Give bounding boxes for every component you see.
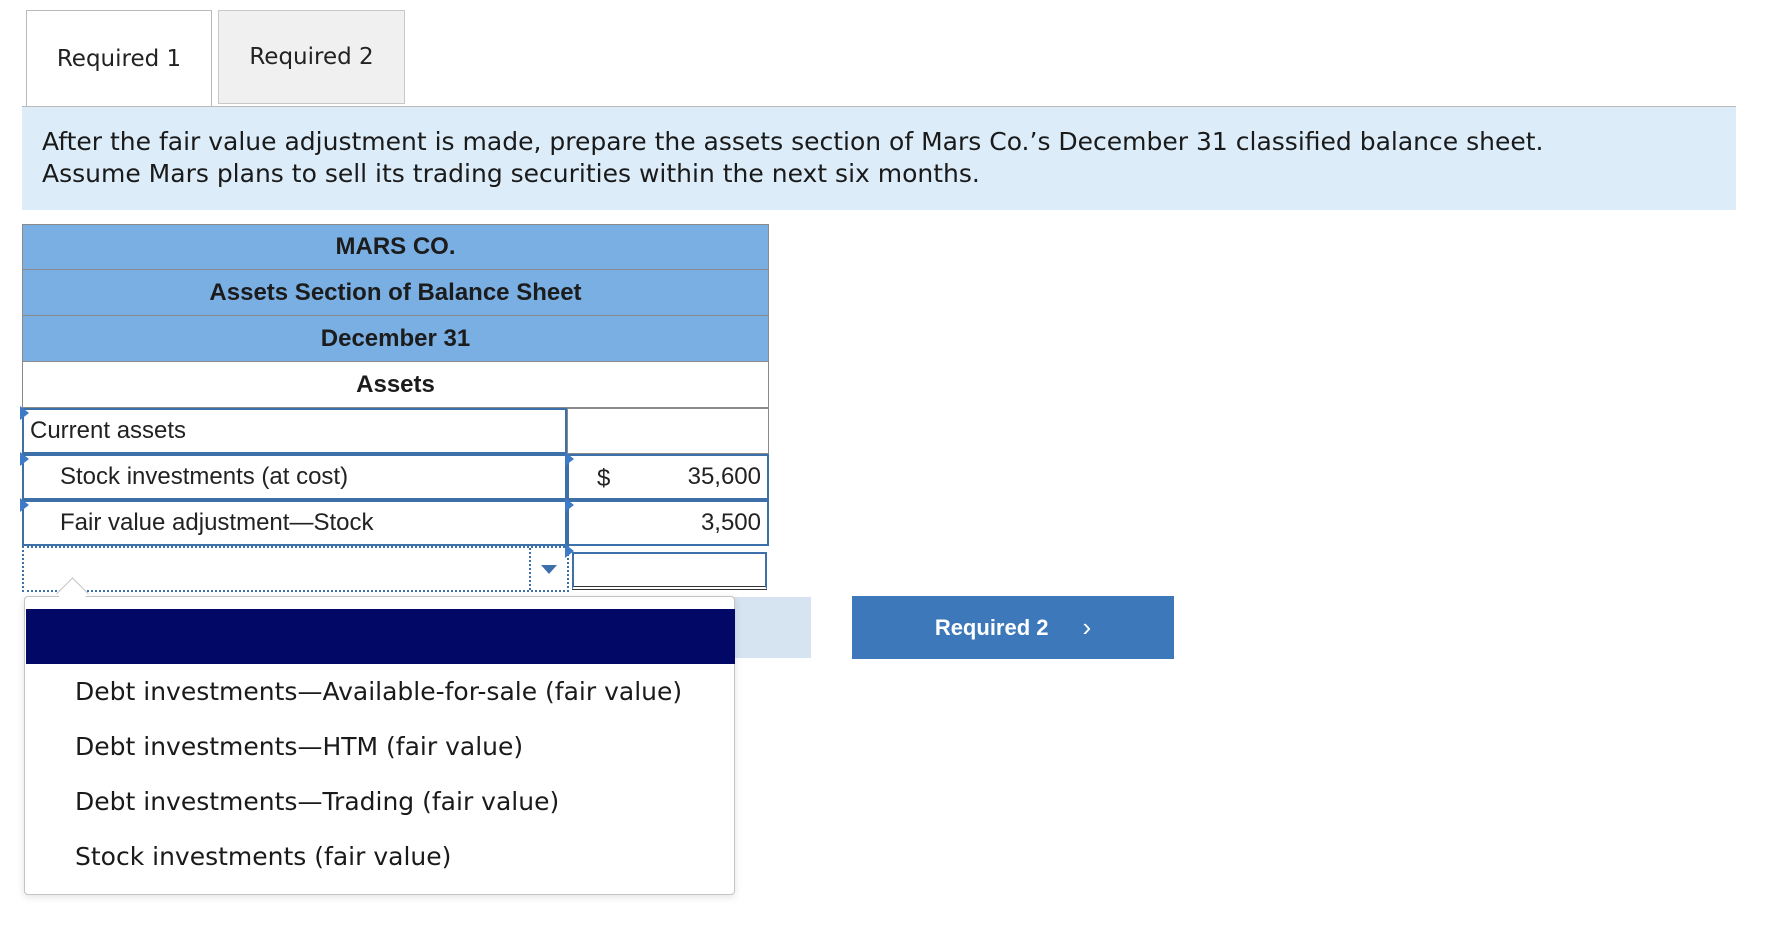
instructions-panel: After the fair value adjustment is made,… — [22, 106, 1736, 210]
tab-required-1[interactable]: Required 1 — [26, 10, 212, 106]
dropdown-menu: Debt investments—Available-for-sale (fai… — [24, 577, 735, 895]
row-label: Current assets — [30, 417, 187, 444]
account-select-dropdown[interactable] — [22, 546, 569, 592]
dropdown-option[interactable]: Debt investments—HTM (fair value) — [75, 724, 682, 779]
amount-cell-empty — [567, 408, 769, 454]
row-marker-icon — [20, 452, 29, 466]
account-select-current-assets[interactable]: Current assets — [22, 408, 567, 454]
table-row — [22, 544, 769, 592]
chevron-down-icon — [541, 564, 557, 574]
amount-value: 3,500 — [700, 509, 761, 536]
next-button-label: Required 2 — [934, 614, 1049, 640]
account-select-stock-cost[interactable]: Stock investments (at cost) — [22, 454, 567, 500]
total-amount-input[interactable] — [572, 552, 767, 590]
dropdown-option[interactable]: Stock investments (fair value) — [75, 834, 682, 889]
amount-marker-icon — [565, 452, 574, 466]
amount-input-fair-value-adjustment[interactable]: 3,500 — [567, 500, 769, 546]
dropdown-option[interactable]: Debt investments—Trading (fair value) — [75, 779, 682, 834]
dropdown-option-blank-highlighted[interactable] — [26, 609, 735, 664]
row-marker-icon — [20, 498, 29, 512]
chevron-right-icon: › — [1082, 612, 1092, 642]
balance-sheet-table: MARS CO. Assets Section of Balance Sheet… — [20, 224, 769, 592]
sheet-title: Assets Section of Balance Sheet — [22, 270, 769, 316]
row-marker-icon — [20, 406, 29, 420]
table-row: Current assets — [20, 406, 769, 454]
amount-value: 35,600 — [687, 463, 761, 490]
dropdown-option[interactable]: Debt investments—Available-for-sale (fai… — [75, 669, 682, 724]
amount-marker-icon — [565, 498, 574, 512]
next-required-2-button[interactable]: Required 2 › — [852, 596, 1174, 659]
amount-marker-icon — [565, 544, 574, 558]
instructions-line-1: After the fair value adjustment is made,… — [42, 127, 1544, 156]
instructions-line-2: Assume Mars plans to sell its trading se… — [42, 159, 980, 188]
dropdown-toggle[interactable] — [529, 548, 567, 590]
row-label: Fair value adjustment—Stock — [60, 509, 374, 536]
table-row: Stock investments (at cost) $ 35,600 — [20, 452, 769, 500]
account-select-fair-value-adjustment[interactable]: Fair value adjustment—Stock — [22, 500, 567, 546]
section-heading: Assets — [22, 362, 769, 408]
tab-required-2[interactable]: Required 2 — [218, 10, 405, 104]
row-label: Stock investments (at cost) — [60, 463, 349, 490]
sheet-date: December 31 — [22, 316, 769, 362]
currency-symbol: $ — [597, 465, 611, 492]
company-name: MARS CO. — [22, 224, 769, 270]
amount-input-stock-cost[interactable]: $ 35,600 — [567, 454, 769, 500]
table-row: Fair value adjustment—Stock 3,500 — [20, 498, 769, 546]
